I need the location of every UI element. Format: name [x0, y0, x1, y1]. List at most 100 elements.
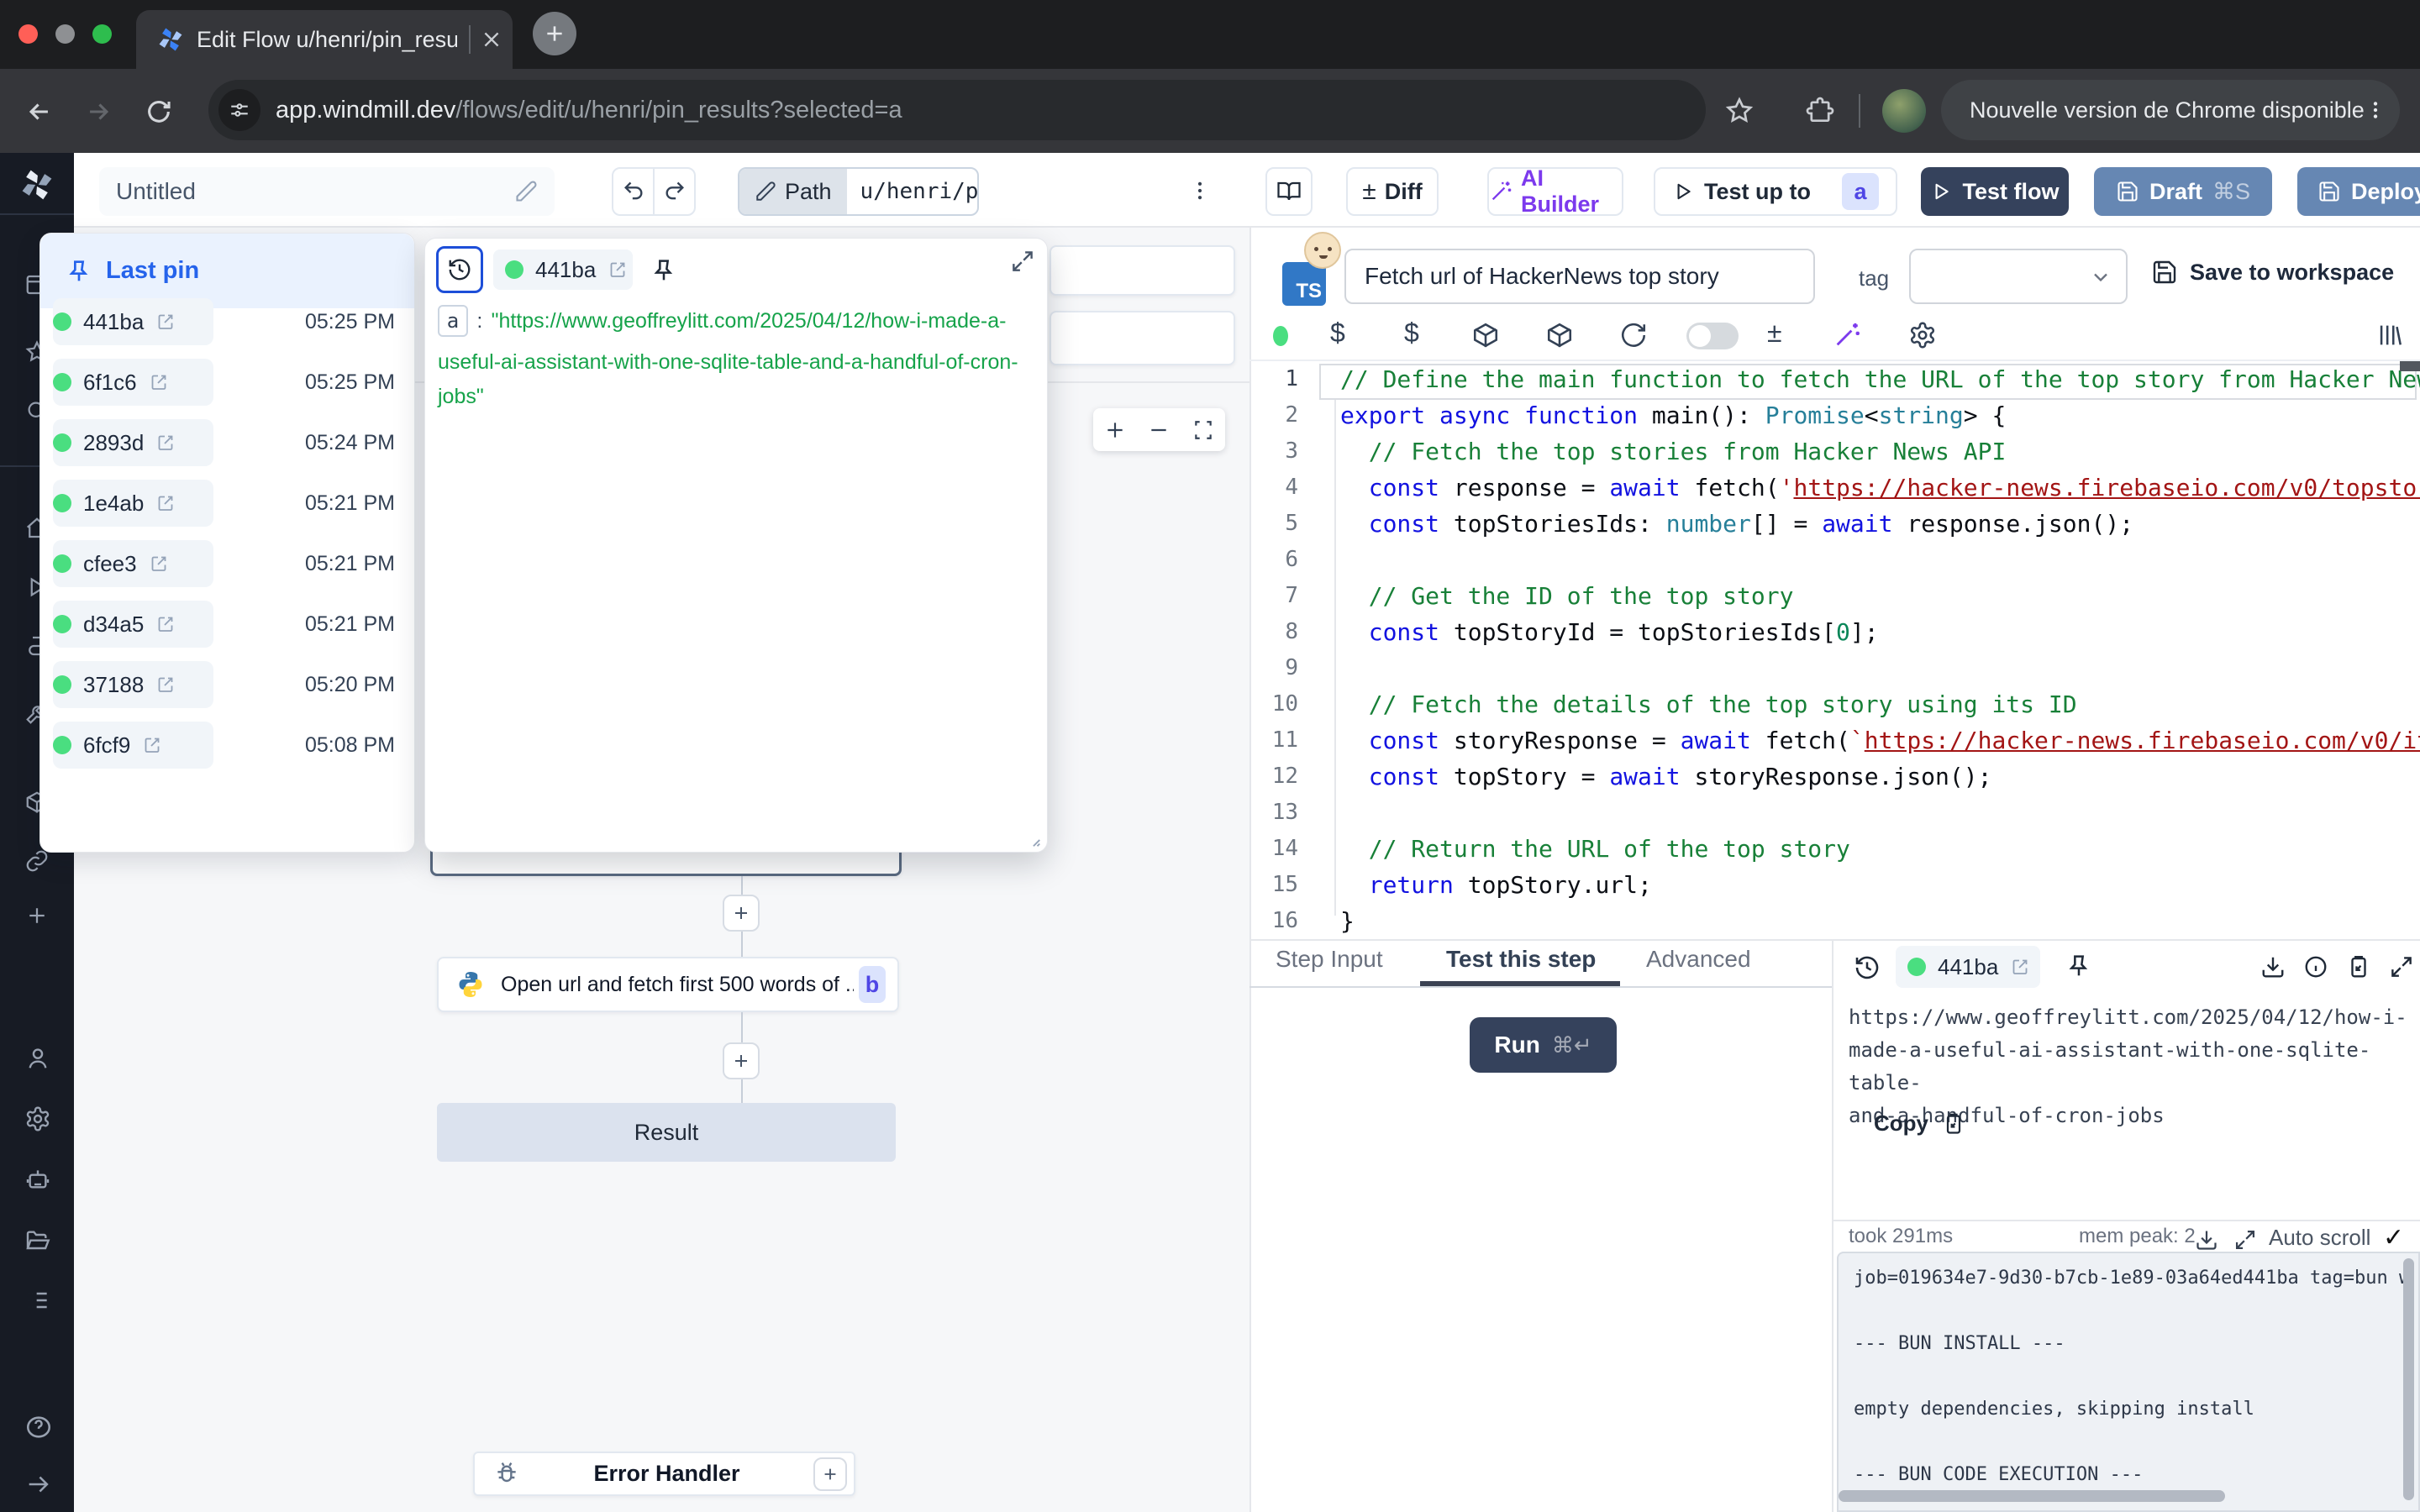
code-line[interactable]: 13 [1249, 795, 2420, 831]
new-tab-button[interactable] [533, 12, 576, 55]
undo-icon[interactable] [613, 169, 655, 214]
url-bar[interactable]: app.windmill.dev/flows/edit/u/henri/pin_… [208, 80, 1706, 140]
browser-menu-kebab-icon[interactable] [2365, 96, 2386, 124]
ai-builder-button[interactable]: AI Builder [1487, 167, 1623, 216]
windmill-logo-icon[interactable] [18, 166, 55, 203]
sidebar-item-links[interactable] [24, 848, 50, 874]
sidebar-item-add[interactable] [24, 903, 50, 928]
pin-icon[interactable] [650, 257, 677, 284]
tag-select[interactable] [1909, 249, 2128, 304]
code-line[interactable]: 9 [1249, 650, 2420, 686]
step-node-b[interactable]: Open url and fetch first 500 words of ..… [437, 957, 899, 1012]
refresh-icon[interactable] [1619, 321, 1648, 349]
download-logs-icon[interactable] [2195, 1228, 2218, 1252]
add-error-handler-button[interactable] [813, 1457, 847, 1491]
sidebar-item-logs[interactable] [24, 1287, 51, 1314]
external-link-icon[interactable] [142, 735, 162, 755]
code-line[interactable]: 3 // Fetch the top stories from Hacker N… [1249, 433, 2420, 470]
code-line[interactable]: 11 const storyResponse = await fetch(`ht… [1249, 722, 2420, 759]
pin-chip[interactable]: 441ba [53, 298, 213, 345]
result-node[interactable]: Result [437, 1103, 896, 1162]
expand-sidebar-arrow-icon[interactable] [24, 1470, 53, 1499]
close-window-button[interactable] [18, 24, 38, 44]
tab-advanced[interactable]: Advanced [1646, 946, 1751, 973]
profile-avatar[interactable] [1882, 89, 1926, 133]
external-link-icon[interactable] [155, 675, 176, 695]
external-link-icon[interactable] [149, 554, 169, 574]
history-icon[interactable] [1854, 954, 1881, 981]
copy-button[interactable]: Copy [1874, 1110, 1965, 1137]
library-icon[interactable] [2375, 321, 2404, 349]
forward-icon[interactable] [84, 97, 113, 126]
flow-title-field[interactable]: Untitled [99, 167, 555, 216]
sidebar-item-settings[interactable] [24, 1105, 51, 1132]
zoom-window-button[interactable] [92, 24, 112, 44]
docs-book-button[interactable] [1265, 167, 1313, 216]
package-icon[interactable] [1545, 321, 1574, 349]
code-line[interactable]: 6 [1249, 542, 2420, 578]
draft-button[interactable]: Draft ⌘S [2094, 167, 2272, 216]
code-line[interactable]: 10 // Fetch the details of the top story… [1249, 686, 2420, 722]
path-group[interactable]: Path u/henri/pin [738, 167, 979, 216]
site-settings-icon[interactable] [218, 89, 260, 131]
log-vertical-scrollbar[interactable] [2403, 1258, 2414, 1500]
extensions-puzzle-icon[interactable] [1805, 96, 1835, 126]
reload-icon[interactable] [145, 97, 173, 126]
code-line[interactable]: 5 const topStoriesIds: number[] = await … [1249, 506, 2420, 542]
auto-scroll-check-icon[interactable]: ✓ [2383, 1223, 2404, 1252]
diff-icon[interactable]: ± [1767, 318, 1782, 349]
test-up-to-step-badge[interactable]: a [1842, 173, 1879, 210]
expand-popup-icon[interactable] [1010, 249, 1035, 274]
zoom-in-icon[interactable] [1104, 419, 1126, 441]
browser-tab[interactable]: Edit Flow u/henri/pin_results [136, 10, 513, 69]
sidebar-item-user[interactable] [24, 1045, 51, 1072]
back-icon[interactable] [25, 97, 54, 126]
expand-logs-icon[interactable] [2233, 1228, 2257, 1252]
code-line[interactable]: 4 const response = await fetch('https://… [1249, 470, 2420, 506]
deploy-button[interactable]: Deploy [2297, 167, 2420, 216]
pin-chip[interactable]: 6f1c6 [53, 359, 213, 406]
assets-icon[interactable]: $ [1330, 318, 1345, 349]
insert-step-button[interactable] [723, 1042, 760, 1079]
help-icon[interactable] [24, 1413, 53, 1441]
pin-chip[interactable]: d34a5 [53, 601, 213, 648]
code-line[interactable]: 1// Define the main function to fetch th… [1249, 361, 2420, 397]
expand-result-icon[interactable] [2389, 954, 2414, 979]
code-line[interactable]: 2export async function main(): Promise<s… [1249, 397, 2420, 433]
external-link-icon[interactable] [155, 614, 176, 634]
redo-icon[interactable] [655, 180, 694, 203]
chrome-update-button[interactable]: Nouvelle version de Chrome disponible [1941, 80, 2400, 140]
ai-assistant-wand-icon[interactable] [1833, 321, 1861, 349]
zoom-out-icon[interactable] [1148, 419, 1170, 441]
diff-button[interactable]: ± Diff [1346, 167, 1439, 216]
code-line[interactable]: 8 const topStoryId = topStoriesIds[0]; [1249, 614, 2420, 650]
pin-chip[interactable]: cfee3 [53, 540, 213, 587]
pin-icon[interactable] [2065, 953, 2092, 979]
minimize-window-button[interactable] [55, 24, 75, 44]
run-button[interactable]: Run ⌘↵ [1470, 1017, 1617, 1073]
external-link-icon[interactable] [149, 372, 169, 392]
code-line[interactable]: 14 // Return the URL of the top story [1249, 831, 2420, 867]
edit-pencil-icon[interactable] [514, 180, 538, 203]
more-options-kebab-icon[interactable] [1188, 176, 1212, 205]
diff-mode-toggle[interactable] [1686, 323, 1739, 349]
pin-chip[interactable]: 37188 [53, 661, 213, 708]
flow-input-card[interactable] [1050, 245, 1235, 296]
code-line[interactable]: 12 const topStory = await storyResponse.… [1249, 759, 2420, 795]
insert-step-button[interactable] [723, 895, 760, 932]
info-icon[interactable] [2303, 954, 2328, 979]
pin-chip[interactable]: 6fcf9 [53, 722, 213, 769]
external-link-icon[interactable] [155, 433, 176, 453]
download-result-icon[interactable] [2260, 954, 2286, 979]
variables-icon[interactable]: $ [1404, 318, 1419, 349]
sidebar-item-folders[interactable] [24, 1226, 51, 1253]
copy-to-clipboard-icon[interactable] [2346, 954, 2371, 979]
bookmark-star-icon[interactable] [1724, 96, 1754, 126]
external-link-icon[interactable] [608, 260, 628, 280]
result-pin-chip[interactable]: 441ba [1896, 946, 2040, 988]
package-icon[interactable] [1471, 321, 1500, 349]
resize-handle[interactable] [1023, 830, 1042, 848]
sidebar-item-workers[interactable] [24, 1166, 51, 1193]
save-to-workspace-button[interactable]: Save to workspace [2151, 259, 2394, 286]
external-link-icon[interactable] [155, 493, 176, 513]
